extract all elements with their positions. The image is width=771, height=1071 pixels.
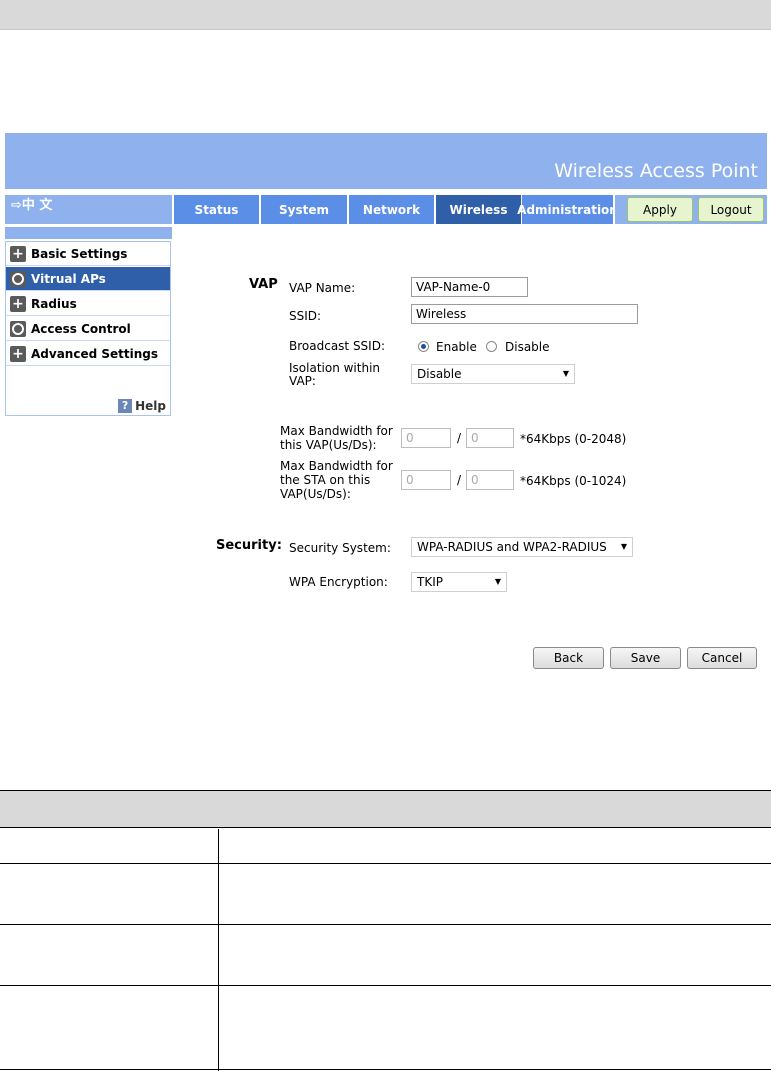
sidebar-item-radius[interactable]: + Radius bbox=[6, 292, 170, 316]
table-row bbox=[0, 827, 771, 864]
maxbw-sta-label-line3: VAP(Us/Ds): bbox=[280, 487, 351, 501]
broadcast-enable-radio[interactable] bbox=[418, 341, 429, 352]
tab-network[interactable]: Network bbox=[349, 195, 434, 224]
isolation-label-line1: Isolation within bbox=[289, 361, 381, 375]
help-label: Help bbox=[135, 399, 166, 413]
table-row bbox=[0, 924, 771, 986]
chevron-down-icon: ▼ bbox=[494, 577, 501, 586]
maxbw-vap-upload-input[interactable]: 0 bbox=[401, 428, 451, 448]
ssid-label: SSID: bbox=[289, 309, 322, 323]
header-banner: Wireless Access Point bbox=[5, 133, 767, 189]
maxbw-vap-download-input[interactable]: 0 bbox=[466, 428, 514, 448]
sidebar-item-access-control[interactable]: Access Control bbox=[6, 317, 170, 341]
tab-administration[interactable]: Administration bbox=[517, 195, 618, 224]
sidebar-item-virtual-aps[interactable]: Vitrual APs bbox=[6, 267, 170, 291]
plus-icon: + bbox=[10, 295, 26, 312]
wpa-encryption-value: TKIP bbox=[417, 575, 443, 589]
vap-name-input[interactable]: VAP-Name-0 bbox=[411, 277, 528, 297]
maxbw-sta-download-input[interactable]: 0 bbox=[466, 470, 514, 490]
sidebar-item-label: Basic Settings bbox=[31, 246, 128, 261]
sidebar: + Basic Settings Vitrual APs + Radius Ac… bbox=[5, 241, 171, 416]
circle-icon bbox=[10, 320, 26, 337]
maxbw-vap-unit: *64Kbps (0-2048) bbox=[520, 432, 627, 446]
chevron-down-icon: ▼ bbox=[620, 542, 627, 551]
help-link[interactable]: ? Help bbox=[118, 399, 166, 413]
wpa-encryption-label: WPA Encryption: bbox=[289, 575, 388, 589]
vap-name-label: VAP Name: bbox=[289, 281, 356, 295]
slash-separator: / bbox=[457, 431, 462, 445]
vap-section-label: VAP bbox=[249, 277, 278, 292]
slash-separator: / bbox=[457, 473, 462, 487]
language-switch[interactable]: ⇨中 文 bbox=[5, 195, 172, 224]
sidebar-item-advanced-settings[interactable]: + Advanced Settings bbox=[6, 342, 170, 366]
tab-system[interactable]: System bbox=[261, 195, 347, 224]
broadcast-disable-radio[interactable] bbox=[486, 341, 497, 352]
question-icon: ? bbox=[118, 399, 133, 413]
table-row bbox=[0, 985, 771, 1070]
sidebar-item-label: Vitrual APs bbox=[31, 271, 106, 286]
security-system-value: WPA-RADIUS and WPA2-RADIUS bbox=[417, 540, 607, 554]
logout-button[interactable]: Logout bbox=[698, 197, 764, 222]
sidebar-item-basic-settings[interactable]: + Basic Settings bbox=[6, 242, 170, 266]
apply-button[interactable]: Apply bbox=[627, 197, 693, 222]
isolation-select-value: Disable bbox=[417, 367, 462, 381]
description-table bbox=[0, 790, 771, 1070]
table-header-row bbox=[0, 790, 771, 828]
maxbw-sta-label-line2: the STA on this bbox=[280, 473, 371, 487]
isolation-label-line2: VAP: bbox=[289, 374, 316, 388]
sidebar-item-label: Radius bbox=[31, 296, 77, 311]
sidebar-item-label: Access Control bbox=[31, 321, 131, 336]
plus-icon: + bbox=[10, 345, 26, 362]
maxbw-vap-label-line2: this VAP(Us/Ds): bbox=[280, 438, 377, 452]
ssid-input[interactable]: Wireless bbox=[411, 304, 638, 324]
disable-label: Disable bbox=[505, 340, 550, 354]
maxbw-sta-unit: *64Kbps (0-1024) bbox=[520, 474, 627, 488]
banner-title: Wireless Access Point bbox=[554, 160, 758, 182]
wpa-encryption-select[interactable]: TKIP ▼ bbox=[411, 572, 507, 592]
table-column-divider bbox=[218, 829, 219, 1071]
sidebar-item-label: Advanced Settings bbox=[31, 346, 159, 361]
maxbw-vap-label-line1: Max Bandwidth for bbox=[280, 424, 393, 438]
back-button[interactable]: Back bbox=[533, 647, 604, 669]
maxbw-sta-label-line1: Max Bandwidth for bbox=[280, 459, 393, 473]
cancel-button[interactable]: Cancel bbox=[687, 647, 757, 669]
security-system-select[interactable]: WPA-RADIUS and WPA2-RADIUS ▼ bbox=[411, 537, 633, 557]
security-section-label: Security: bbox=[216, 538, 282, 553]
table-row bbox=[0, 863, 771, 925]
tab-status[interactable]: Status bbox=[174, 195, 259, 224]
document-top-bar bbox=[0, 0, 771, 30]
save-button[interactable]: Save bbox=[610, 647, 681, 669]
sidebar-header-bar bbox=[5, 227, 172, 239]
isolation-select[interactable]: Disable ▼ bbox=[411, 364, 575, 384]
circle-icon bbox=[10, 270, 26, 287]
plus-icon: + bbox=[10, 245, 26, 262]
chevron-down-icon: ▼ bbox=[562, 369, 569, 378]
tab-wireless[interactable]: Wireless bbox=[436, 195, 521, 224]
security-system-label: Security System: bbox=[289, 541, 391, 555]
broadcast-ssid-label: Broadcast SSID: bbox=[289, 339, 385, 353]
enable-label: Enable bbox=[436, 340, 477, 354]
maxbw-sta-upload-input[interactable]: 0 bbox=[401, 470, 451, 490]
